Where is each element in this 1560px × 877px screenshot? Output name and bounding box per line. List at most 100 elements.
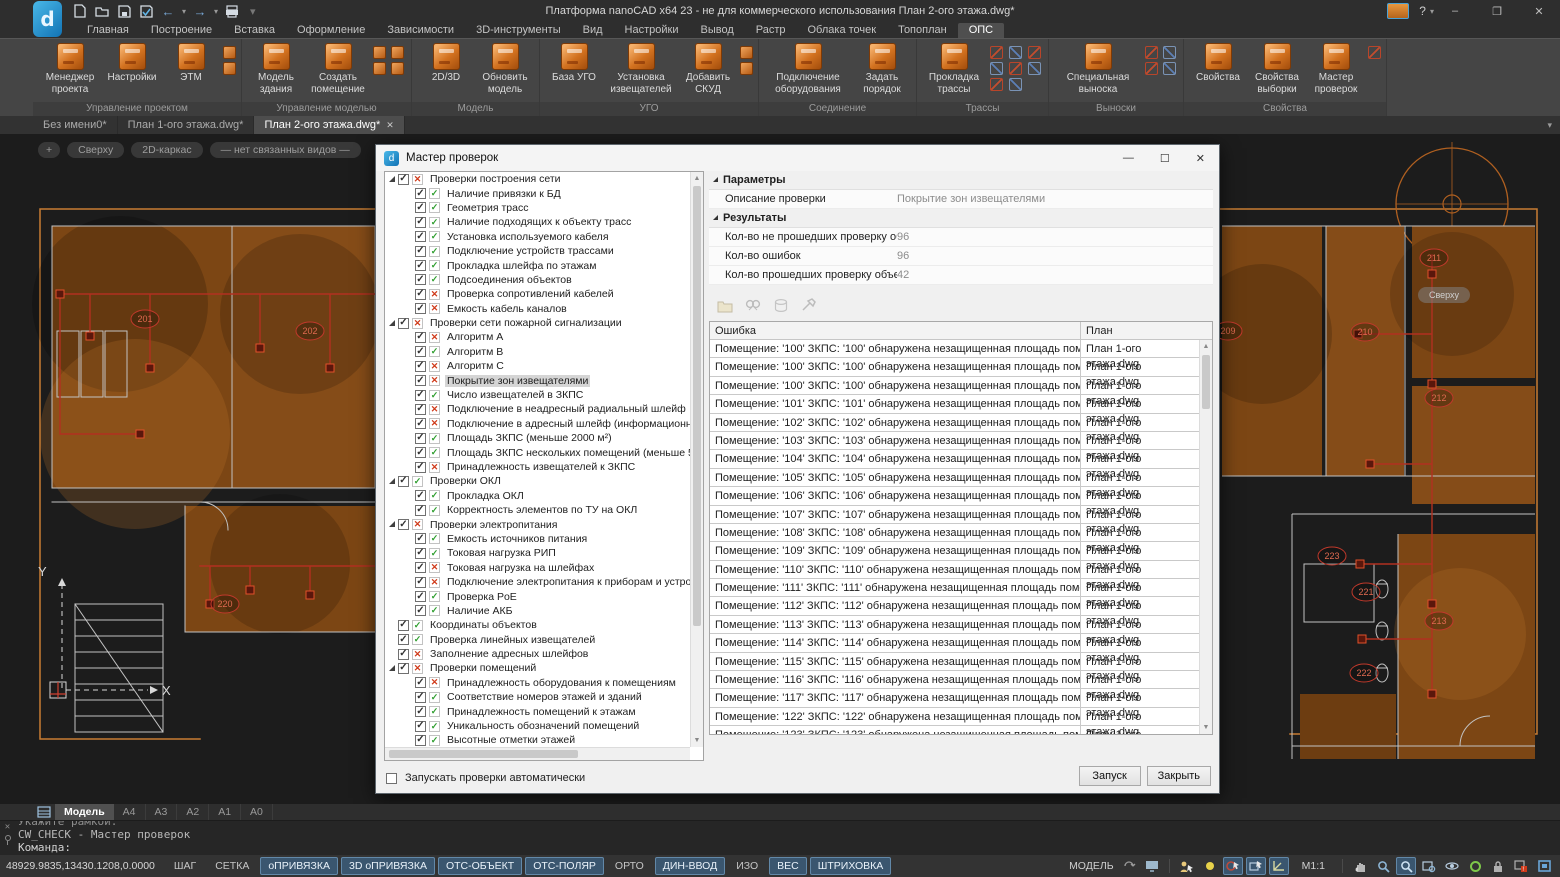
check-enabled-checkbox[interactable]: ✓: [415, 548, 426, 559]
check-enabled-checkbox[interactable]: ✓: [415, 605, 426, 616]
check-tree-item[interactable]: ✓✓Корректность элементов по ТУ на ОКЛ: [385, 503, 690, 517]
check-enabled-checkbox[interactable]: ✓: [415, 447, 426, 458]
beam-tool-icon[interactable]: [391, 46, 404, 59]
check-enabled-checkbox[interactable]: ✓: [398, 476, 409, 487]
ugo-edit-icon[interactable]: [740, 62, 753, 75]
check-enabled-checkbox[interactable]: ✓: [415, 375, 426, 386]
help-button[interactable]: ?: [1419, 4, 1426, 18]
error-table-row[interactable]: Помещение: '104' ЗКПС: '104' обнаружена …: [710, 450, 1199, 468]
ribbon-tab-Зависимости[interactable]: Зависимости: [376, 23, 465, 38]
dialog-minimize-button[interactable]: —: [1123, 152, 1134, 165]
ribbon-tab-Построение[interactable]: Построение: [140, 23, 223, 38]
check-tree-item[interactable]: ✓✓Наличие подходящих к объекту трасс: [385, 215, 690, 229]
ribbon-tab-ОПС[interactable]: ОПС: [958, 23, 1004, 38]
error-table-row[interactable]: Помещение: '113' ЗКПС: '113' обнаружена …: [710, 616, 1199, 634]
pan-icon[interactable]: [1350, 857, 1370, 875]
status-toggle-ОРТО[interactable]: ОРТО: [607, 857, 652, 875]
error-table-row[interactable]: Помещение: '105' ЗКПС: '105' обнаружена …: [710, 469, 1199, 487]
check-enabled-checkbox[interactable]: ✓: [415, 332, 426, 343]
layout-tab-А4[interactable]: А4: [114, 804, 146, 820]
check-wizard-button[interactable]: Мастер проверок: [1307, 42, 1365, 95]
check-enabled-checkbox[interactable]: ✓: [415, 462, 426, 473]
building-model-button[interactable]: Модель здания: [247, 42, 305, 95]
model-space-label[interactable]: МОДЕЛЬ: [1069, 860, 1114, 872]
check-enabled-checkbox[interactable]: ✓: [398, 634, 409, 645]
check-enabled-checkbox[interactable]: ✓: [415, 533, 426, 544]
check-enabled-checkbox[interactable]: ✓: [415, 418, 426, 429]
leader-grid-icon[interactable]: [1163, 46, 1176, 59]
status-toggle-оПРИВЯЗКА[interactable]: оПРИВЯЗКА: [260, 857, 338, 875]
check-enabled-checkbox[interactable]: ✓: [415, 490, 426, 501]
check-enabled-checkbox[interactable]: ✓: [398, 663, 409, 674]
error-table-row[interactable]: Помещение: '115' ЗКПС: '115' обнаружена …: [710, 653, 1199, 671]
scroll-down-icon[interactable]: ▼: [691, 734, 703, 747]
minimize-button[interactable]: –: [1434, 0, 1476, 22]
check-tree-item[interactable]: ✓✓Емкость источников питания: [385, 532, 690, 546]
ribbon-tab-Вывод[interactable]: Вывод: [689, 23, 744, 38]
tab-close-icon[interactable]: ✕: [386, 120, 394, 131]
2d3d-button[interactable]: 2D/3D: [417, 42, 475, 84]
check-tree-item[interactable]: ✓✓Проверка линейных извещателей: [385, 633, 690, 647]
trace-route-icon[interactable]: [1009, 46, 1022, 59]
cmd-prompt[interactable]: Команда:: [18, 841, 1560, 854]
tree-vertical-scrollbar[interactable]: ▲ ▼: [690, 172, 703, 747]
check-enabled-checkbox[interactable]: ✓: [398, 519, 409, 530]
layout-list-icon[interactable]: [33, 804, 55, 820]
ribbon-tab-Настройки[interactable]: Настройки: [614, 23, 690, 38]
check-enabled-checkbox[interactable]: ✓: [415, 231, 426, 242]
check-tree-item[interactable]: ✓✕Принадлежность оборудования к помещени…: [385, 676, 690, 690]
check-tree-item[interactable]: ✓✕Покрытие зон извещателями: [385, 373, 690, 387]
save-icon[interactable]: [116, 3, 132, 19]
special-leader-button[interactable]: Специальная выноска: [1054, 42, 1142, 95]
nanocad-logo-icon[interactable]: d: [33, 1, 62, 37]
check-enabled-checkbox[interactable]: ✓: [415, 677, 426, 688]
check-enabled-checkbox[interactable]: ✓: [398, 649, 409, 660]
annotation-monitor-icon[interactable]: !: [1511, 857, 1531, 875]
errors-table-header[interactable]: Ошибка План: [710, 322, 1212, 340]
check-enabled-checkbox[interactable]: ✓: [398, 318, 409, 329]
leader-align-icon[interactable]: [1145, 62, 1158, 75]
etm-button[interactable]: ЭТМ: [162, 42, 220, 84]
status-toggle-3D оПРИВЯЗКА[interactable]: 3D оПРИВЯЗКА: [341, 857, 435, 875]
check-tree-item[interactable]: ✓✓Проверки ОКЛ: [385, 474, 690, 488]
check-enabled-checkbox[interactable]: ✓: [398, 174, 409, 185]
add-skud-button[interactable]: Добавить СКУД: [679, 42, 737, 95]
update-model-button[interactable]: Обновить модель: [476, 42, 534, 95]
expander-icon[interactable]: [389, 176, 395, 182]
trace-corner-icon[interactable]: [1009, 62, 1022, 75]
check-enabled-checkbox[interactable]: ✓: [415, 361, 426, 372]
error-table-row[interactable]: Помещение: '109' ЗКПС: '109' обнаружена …: [710, 542, 1199, 560]
regen-icon[interactable]: [1465, 857, 1485, 875]
status-toggle-ШАГ[interactable]: ШАГ: [166, 857, 204, 875]
check-tree-item[interactable]: ✓✓Прокладка ОКЛ: [385, 489, 690, 503]
trace-ring-icon[interactable]: [1028, 62, 1041, 75]
error-table-row[interactable]: Помещение: '110' ЗКПС: '110' обнаружена …: [710, 561, 1199, 579]
auto-run-checkbox[interactable]: Запускать проверки автоматически: [386, 772, 585, 784]
zoom-window-icon[interactable]: [1419, 857, 1439, 875]
run-button[interactable]: Запуск: [1079, 766, 1141, 786]
check-tree-item[interactable]: ✓✕Проверки сети пожарной сигнализации: [385, 316, 690, 330]
dialog-maximize-button[interactable]: ☐: [1160, 152, 1170, 165]
expander-icon[interactable]: [389, 478, 395, 484]
fix-icon[interactable]: [801, 298, 817, 313]
linked-views-label[interactable]: — нет связанных видов —: [210, 142, 361, 158]
results-section-header[interactable]: Результаты: [709, 209, 1213, 228]
database-icon[interactable]: [223, 46, 236, 59]
check-tree-item[interactable]: ✓✕Алгоритм C: [385, 359, 690, 373]
project-manager-button[interactable]: Менеджер проекта: [38, 42, 102, 95]
expander-icon[interactable]: [389, 665, 395, 671]
close-dialog-button[interactable]: Закрыть: [1147, 766, 1211, 786]
check-enabled-checkbox[interactable]: ✓: [415, 562, 426, 573]
qat-customize-icon[interactable]: ▾: [250, 5, 256, 18]
fullscreen-icon[interactable]: [1534, 857, 1554, 875]
scale-indicator[interactable]: M1:1: [1302, 860, 1325, 872]
save-check-icon[interactable]: [138, 3, 154, 19]
check-enabled-checkbox[interactable]: ✓: [415, 692, 426, 703]
error-table-row[interactable]: Помещение: '100' ЗКПС: '100' обнаружена …: [710, 340, 1199, 358]
ugo-settings-icon[interactable]: [740, 46, 753, 59]
check-tree-item[interactable]: ✓✕Заполнение адресных шлейфов: [385, 647, 690, 661]
database-update-icon[interactable]: [223, 62, 236, 75]
viewport-add-button[interactable]: +: [38, 142, 60, 158]
leader-chain-icon[interactable]: [1145, 46, 1158, 59]
create-room-button[interactable]: Создать помещение: [306, 42, 370, 95]
